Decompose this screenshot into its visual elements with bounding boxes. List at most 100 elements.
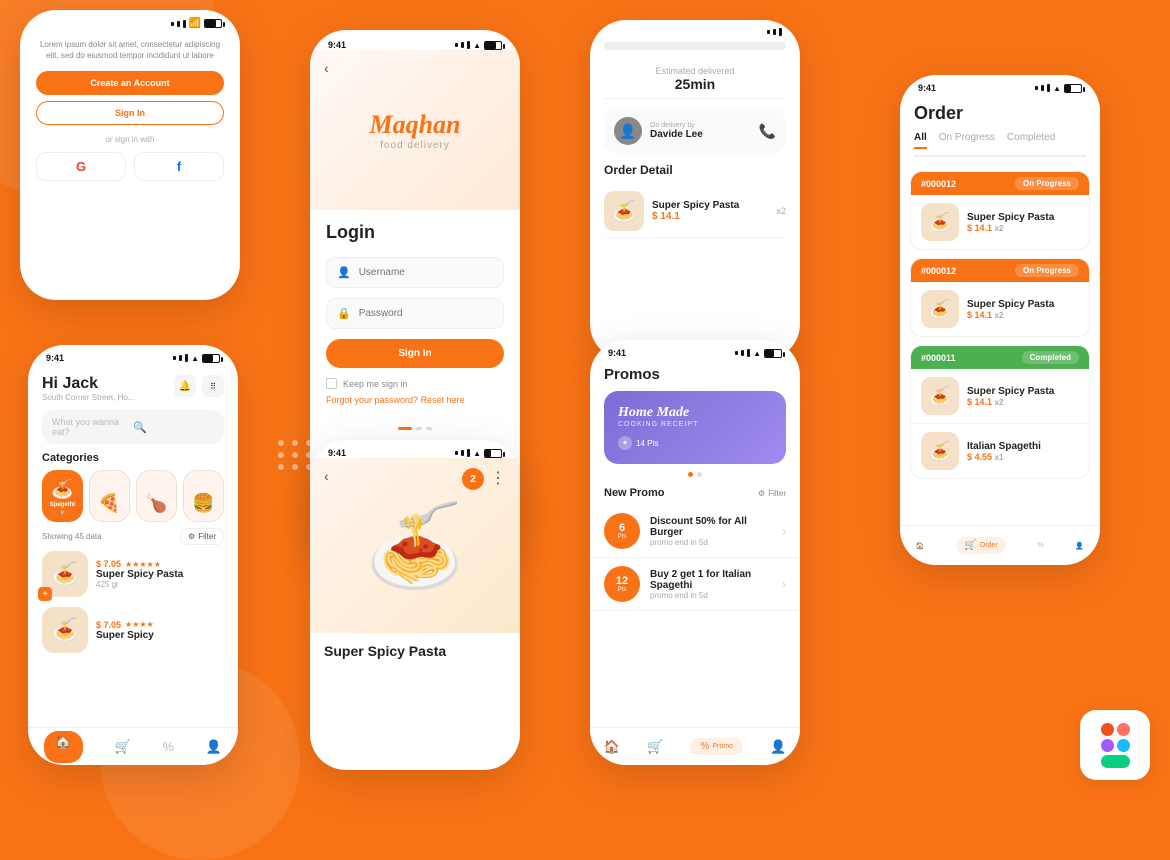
promo-banner[interactable]: Home Made COOKING RECEIPT ✦ 14 Pts	[604, 391, 786, 464]
promo-item-2[interactable]: 12 Pts Buy 2 get 1 for Italian Spagethi …	[590, 558, 800, 611]
notification-button[interactable]: 🔔	[174, 375, 196, 397]
nav-order-ol[interactable]: 🛒 Order	[956, 537, 1005, 554]
call-driver-button[interactable]: 📞	[759, 123, 776, 140]
order-food-name-2: Super Spicy Pasta	[967, 299, 1079, 310]
pts-label-1: Pts	[618, 534, 627, 540]
username-input[interactable]	[359, 267, 493, 278]
home-nav-icon: 🏠	[55, 734, 71, 750]
tab-on-progress[interactable]: On Progress	[939, 132, 995, 149]
order-card-1[interactable]: #000012 On Progress 🍝 Super Spicy Pasta …	[910, 171, 1090, 250]
promo-item-1[interactable]: 6 Pts Discount 50% for All Burger promo …	[590, 505, 800, 558]
profile-icon-promos: 👤	[770, 739, 786, 755]
facebook-signin-button[interactable]: f	[134, 152, 224, 181]
promo-nav-icon: %	[162, 739, 174, 754]
pizza-icon: 🍕	[98, 493, 120, 514]
food-weight-1: 425 gr	[96, 580, 224, 589]
nav-promo-promos[interactable]: % Promo	[690, 738, 743, 755]
greeting-block: Hi Jack South Corner Street, Ho...	[42, 375, 135, 402]
username-field[interactable]: 👤	[326, 257, 504, 288]
login-button[interactable]: Sign In	[326, 339, 504, 368]
food-detail-name: Super Spicy Pasta	[324, 643, 506, 659]
promo-text-2: Buy 2 get 1 for Italian Spagethi promo e…	[650, 569, 772, 600]
order-detail-title: Order Detail	[604, 163, 786, 177]
order-food-info-1: Super Spicy Pasta $ 14.1 x2	[967, 212, 1079, 233]
add-food-1-button[interactable]: +	[38, 587, 52, 601]
pts-circle-1: 6 Pts	[604, 513, 640, 549]
sig-h3	[185, 354, 188, 362]
pts-label-2: Pts	[618, 587, 627, 593]
menu-dots-button[interactable]: ⋮	[490, 468, 506, 488]
promo-end-1: promo end in 5d	[650, 538, 772, 547]
filter-label: Filter	[198, 532, 216, 541]
category-chicken[interactable]: 🍗	[136, 470, 177, 522]
tab-completed[interactable]: Completed	[1007, 132, 1055, 149]
food-item-2[interactable]: 🍝 $ 7.05 ★★★★ Super Spicy	[42, 607, 224, 653]
order-food-qty-1: x2	[995, 224, 1004, 233]
promos-nav: 🏠 🛒 % Promo 👤	[590, 727, 800, 765]
google-signin-button[interactable]: G	[36, 152, 126, 181]
nav-profile[interactable]: 👤	[206, 739, 222, 755]
phone-header-promos: 9:41 ▲	[590, 340, 800, 358]
nav-promo[interactable]: %	[162, 739, 174, 754]
sig-p1	[735, 351, 738, 355]
nav-profile-ol[interactable]: 👤	[1075, 542, 1084, 550]
back-button-login[interactable]: ‹	[324, 60, 329, 76]
food-price-row-1: $ 7.05 ★★★★★	[96, 559, 224, 569]
order-card-3[interactable]: #000011 Completed 🍝 Super Spicy Pasta $ …	[910, 345, 1090, 479]
sig-ol2	[1041, 85, 1044, 91]
wifi-ol: ▲	[1053, 84, 1061, 93]
password-input[interactable]	[359, 308, 493, 319]
order-food-price-3b: $ 4.55 x1	[967, 452, 1079, 462]
nav-home[interactable]: 🏠 Home	[44, 731, 83, 763]
filter-button[interactable]: ⚙ Filter	[180, 528, 224, 545]
order-status-1: On Progress	[1015, 177, 1079, 190]
wifi-icon-login: ▲	[473, 41, 481, 50]
cart-nav-icon: 🛒	[114, 739, 130, 755]
menu-button[interactable]: ⠿	[202, 375, 224, 397]
category-pizza[interactable]: 🍕	[89, 470, 130, 522]
delivery-by-card: 👤 On delivery by Davide Lee 📞	[604, 109, 786, 153]
login-hero: ‹ Maqhan food delivery	[310, 50, 520, 210]
order-item-price: $ 14.1	[652, 211, 768, 222]
category-burger[interactable]: 🍔	[183, 470, 224, 522]
battery-fd	[484, 449, 502, 458]
nav-home-ol[interactable]: 🏠	[916, 542, 925, 550]
promos-header: Promos	[590, 358, 800, 383]
search-bar[interactable]: What you wanna eat? 🔍	[42, 410, 224, 444]
create-account-button[interactable]: Create an Account	[36, 71, 224, 95]
keep-signin-row: Keep me sign in	[326, 378, 504, 389]
promo-icon-active: %	[700, 741, 709, 752]
sig-ol3	[1047, 84, 1050, 92]
keep-signin-checkbox[interactable]	[326, 378, 337, 389]
promo-filter-button[interactable]: ⚙ Filter	[758, 489, 786, 498]
delivery-label: On delivery by	[650, 122, 759, 129]
back-button-food-detail[interactable]: ‹	[324, 468, 329, 484]
promo-active-pill: % Promo	[690, 738, 743, 755]
nav-profile-promos[interactable]: 👤	[770, 739, 786, 755]
wifi-home: ▲	[191, 354, 199, 363]
reset-link[interactable]: Reset here	[421, 395, 465, 405]
nav-home-promos[interactable]: 🏠	[604, 739, 620, 755]
promo-banner-pts: ✦ 14 Pts	[618, 436, 772, 450]
password-field[interactable]: 🔒	[326, 298, 504, 329]
status-icons-promos: ▲	[735, 349, 782, 358]
order-card-3-body-1: 🍝 Super Spicy Pasta $ 14.1 x2	[911, 369, 1089, 423]
order-active-pill: 🛒 Order	[956, 537, 1005, 554]
order-items-list: #000012 On Progress 🍝 Super Spicy Pasta …	[900, 163, 1100, 495]
food-item-1[interactable]: 🍝 + $ 7.05 ★★★★★ Super Spicy Pasta 425 g…	[42, 551, 224, 597]
nav-cart-promos[interactable]: 🛒	[647, 739, 663, 755]
order-card-2[interactable]: #000012 On Progress 🍝 Super Spicy Pasta …	[910, 258, 1090, 337]
sig-fd3	[467, 449, 470, 457]
category-spagethi[interactable]: 🍝 Spagethi ▾	[42, 470, 83, 522]
tab-all[interactable]: All	[914, 132, 927, 149]
cart-badge: 2	[462, 468, 484, 490]
estimated-section: Estimated delivered 25min	[604, 66, 786, 99]
search-icon: 🔍	[133, 421, 214, 434]
nav-cart[interactable]: 🛒	[114, 739, 130, 755]
order-status-3: Completed	[1022, 351, 1079, 364]
time-login: 9:41	[328, 40, 346, 50]
user-icon: 👤	[337, 266, 351, 279]
nav-promo-ol[interactable]: %	[1037, 542, 1043, 549]
promo-chevron-1: ›	[782, 524, 786, 538]
signin-button[interactable]: Sign In	[36, 101, 224, 125]
